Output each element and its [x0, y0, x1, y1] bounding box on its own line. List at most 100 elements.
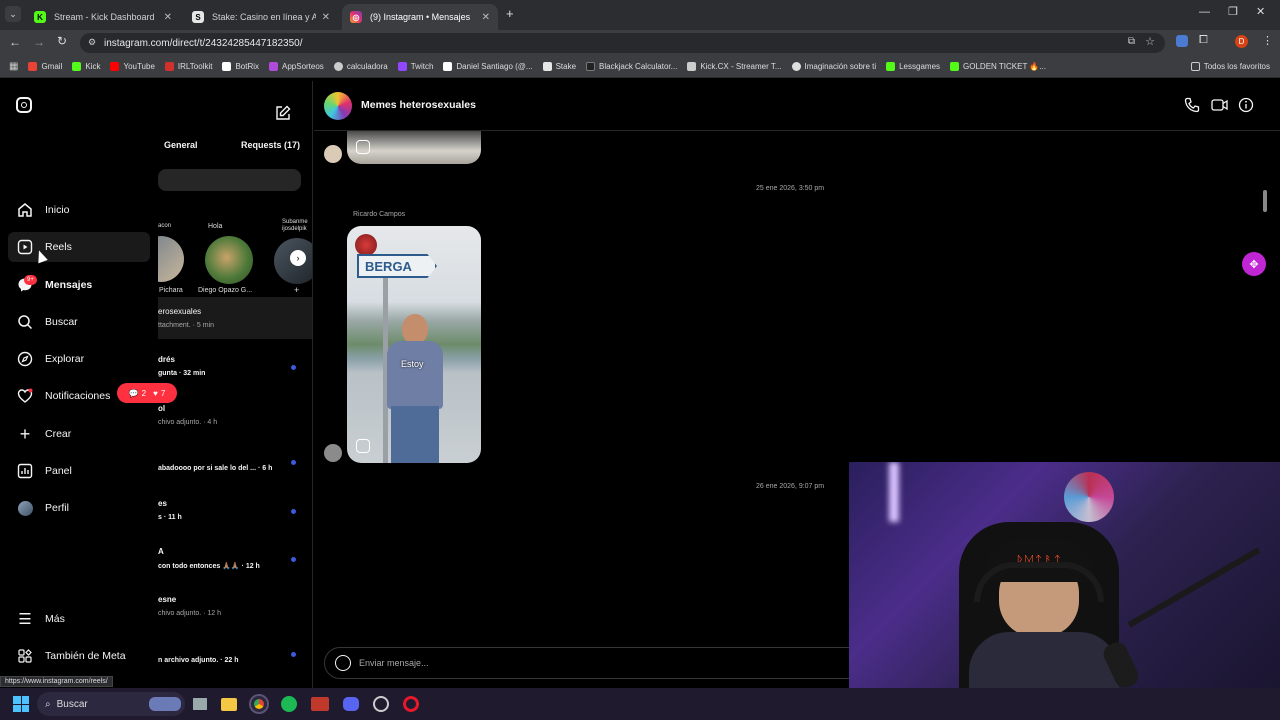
message-input[interactable]: Enviar mensaje... — [324, 647, 864, 679]
file-explorer-icon[interactable] — [221, 697, 237, 711]
extension-float-icon[interactable]: ✥ — [1242, 252, 1266, 276]
nav-panel[interactable]: Panel — [8, 456, 150, 486]
folder-icon — [1190, 62, 1200, 71]
note-avatar[interactable] — [158, 236, 184, 282]
reel-author-avatar[interactable] — [355, 234, 377, 256]
tab-stake[interactable]: S Stake: Casino en línea y Apuest ✕ — [184, 4, 338, 30]
compose-icon[interactable] — [275, 105, 291, 126]
bookmark-star-icon[interactable]: ☆ — [1145, 35, 1155, 48]
close-tab-icon[interactable]: ✕ — [322, 12, 330, 23]
reel-message-partial[interactable] — [347, 131, 481, 164]
profile-avatar[interactable]: D — [1235, 35, 1248, 48]
inbox-search-input[interactable] — [158, 169, 301, 191]
reload-icon[interactable]: ↻ — [57, 34, 67, 48]
list-item[interactable]: ol chivo adjunto. · 4 h — [158, 402, 312, 432]
tab-general[interactable]: General — [164, 140, 198, 150]
conv-preview: s · 11 h — [158, 514, 182, 521]
restore-icon[interactable]: ❐ — [1228, 5, 1238, 18]
nav-crear[interactable]: + Crear — [8, 419, 150, 449]
emoji-icon[interactable] — [335, 655, 351, 671]
conv-preview: chivo adjunto. · 12 h — [158, 610, 222, 617]
chat-title[interactable]: Memes heterosexuales — [361, 99, 476, 111]
browser-menu-icon[interactable]: ⋮ — [1262, 34, 1273, 47]
search-icon — [16, 313, 34, 331]
bookmark[interactable]: AppSorteos — [269, 62, 324, 71]
video-call-icon[interactable] — [1211, 97, 1228, 118]
instagram-logo-icon[interactable] — [16, 97, 32, 113]
apps-icon[interactable]: ▦ — [9, 61, 18, 72]
bookmark[interactable]: Stake — [542, 62, 576, 71]
install-icon[interactable]: ⧉ — [1128, 36, 1135, 47]
conv-preview: abadoooo por si sale lo del ... · 6 h — [158, 465, 273, 472]
note-avatar[interactable] — [205, 236, 253, 284]
nav-tambien-de-meta[interactable]: También de Meta — [8, 641, 150, 671]
forward-icon[interactable]: → — [33, 35, 45, 49]
close-tab-icon[interactable]: ✕ — [482, 12, 490, 23]
address-bar[interactable]: ⚙ instagram.com/direct/t/243242854471823… — [80, 33, 1165, 53]
list-item[interactable]: esne chivo adjunto. · 12 h — [158, 593, 312, 623]
opera-icon[interactable] — [403, 696, 419, 712]
app-icon[interactable] — [311, 697, 329, 711]
list-item[interactable]: n archivo adjunto. · 22 h — [158, 647, 312, 677]
windows-start-icon[interactable] — [13, 696, 29, 712]
reel-message[interactable]: BERGA Estoy — [347, 226, 481, 463]
add-note-icon[interactable]: + — [294, 285, 299, 295]
close-tab-icon[interactable]: ✕ — [164, 12, 172, 23]
extension-icon[interactable] — [1176, 35, 1188, 47]
tab-instagram[interactable]: ◎ (9) Instagram • Mensajes ✕ — [342, 4, 498, 30]
webcam-overlay: ᚱᛞᛏᚨᛏ — [849, 462, 1280, 688]
bookmark[interactable]: Imaginación sobre ti — [791, 62, 876, 71]
notes-next-arrow[interactable]: › — [290, 250, 306, 266]
gmail-icon — [28, 62, 38, 71]
bookmark[interactable]: calculadora — [333, 62, 388, 71]
list-item[interactable]: abadoooo por si sale lo del ... · 6 h — [158, 457, 312, 487]
nav-perfil[interactable]: Perfil — [8, 493, 150, 523]
nav-inicio[interactable]: Inicio — [8, 195, 150, 225]
nav-reels[interactable]: Reels — [8, 232, 150, 262]
discord-icon[interactable] — [343, 697, 359, 711]
bookmark[interactable]: Kick.CX - Streamer T... — [687, 62, 782, 71]
nav-mas[interactable]: ☰ Más — [8, 604, 150, 634]
list-item[interactable]: erosexuales ttachment. · 5 min — [158, 297, 312, 339]
sender-avatar[interactable] — [324, 145, 342, 163]
reel-sign: BERGA — [357, 254, 437, 278]
bookmark[interactable]: IRLToolkit — [164, 62, 212, 71]
task-view-icon[interactable] — [193, 698, 207, 710]
minimize-icon[interactable]: — — [1199, 6, 1210, 18]
sender-avatar[interactable] — [324, 444, 342, 462]
tab-requests[interactable]: Requests (17) — [241, 140, 300, 150]
tab-kick-dashboard[interactable]: K Stream - Kick Dashboard ✕ — [26, 4, 180, 30]
close-window-icon[interactable]: ✕ — [1256, 5, 1265, 18]
bookmark[interactable]: GOLDEN TICKET 🔥... — [950, 62, 1046, 71]
bookmark[interactable]: YouTube — [110, 62, 155, 71]
chrome-icon[interactable] — [249, 694, 269, 714]
group-avatar[interactable] — [324, 92, 352, 120]
tab-search-button[interactable]: ⌄ — [5, 6, 21, 22]
bookmark[interactable]: Gmail — [28, 62, 62, 71]
bookmark[interactable]: Daniel Santiago (@... — [443, 62, 533, 71]
list-item[interactable]: drés gunta · 32 min — [158, 351, 312, 381]
taskbar-search[interactable]: ⌕ Buscar — [37, 692, 185, 716]
info-icon[interactable] — [1238, 97, 1254, 118]
back-icon[interactable]: ← — [9, 35, 21, 49]
bookmark[interactable]: Twitch — [397, 62, 433, 71]
extensions-icon[interactable]: ⧠ — [1199, 34, 1208, 47]
bookmark[interactable]: Blackjack Calculator... — [586, 62, 677, 71]
call-icon[interactable] — [1184, 97, 1200, 118]
site-info-icon[interactable]: ⚙ — [88, 37, 96, 48]
conv-preview: chivo adjunto. · 4 h — [158, 419, 218, 426]
bookmark[interactable]: Kick — [72, 62, 100, 71]
nav-explorar[interactable]: Explorar — [8, 344, 150, 374]
list-item[interactable]: A con todo entonces 🙏🏽🙏🏽 · 12 h — [158, 545, 312, 575]
obs-icon[interactable] — [373, 696, 389, 712]
new-tab-icon[interactable]: + — [506, 6, 514, 21]
all-bookmarks[interactable]: Todos los favoritos — [1190, 62, 1270, 71]
status-bar-url: https://www.instagram.com/reels/ — [0, 676, 113, 687]
nav-buscar[interactable]: Buscar — [8, 307, 150, 337]
headphones — [974, 562, 1104, 602]
chat-scrollbar[interactable] — [1263, 190, 1267, 212]
spotify-icon[interactable] — [281, 696, 297, 712]
list-item[interactable]: es s · 11 h — [158, 497, 312, 527]
bookmark[interactable]: Lessgames — [886, 62, 940, 71]
bookmark[interactable]: BotRix — [222, 62, 259, 71]
